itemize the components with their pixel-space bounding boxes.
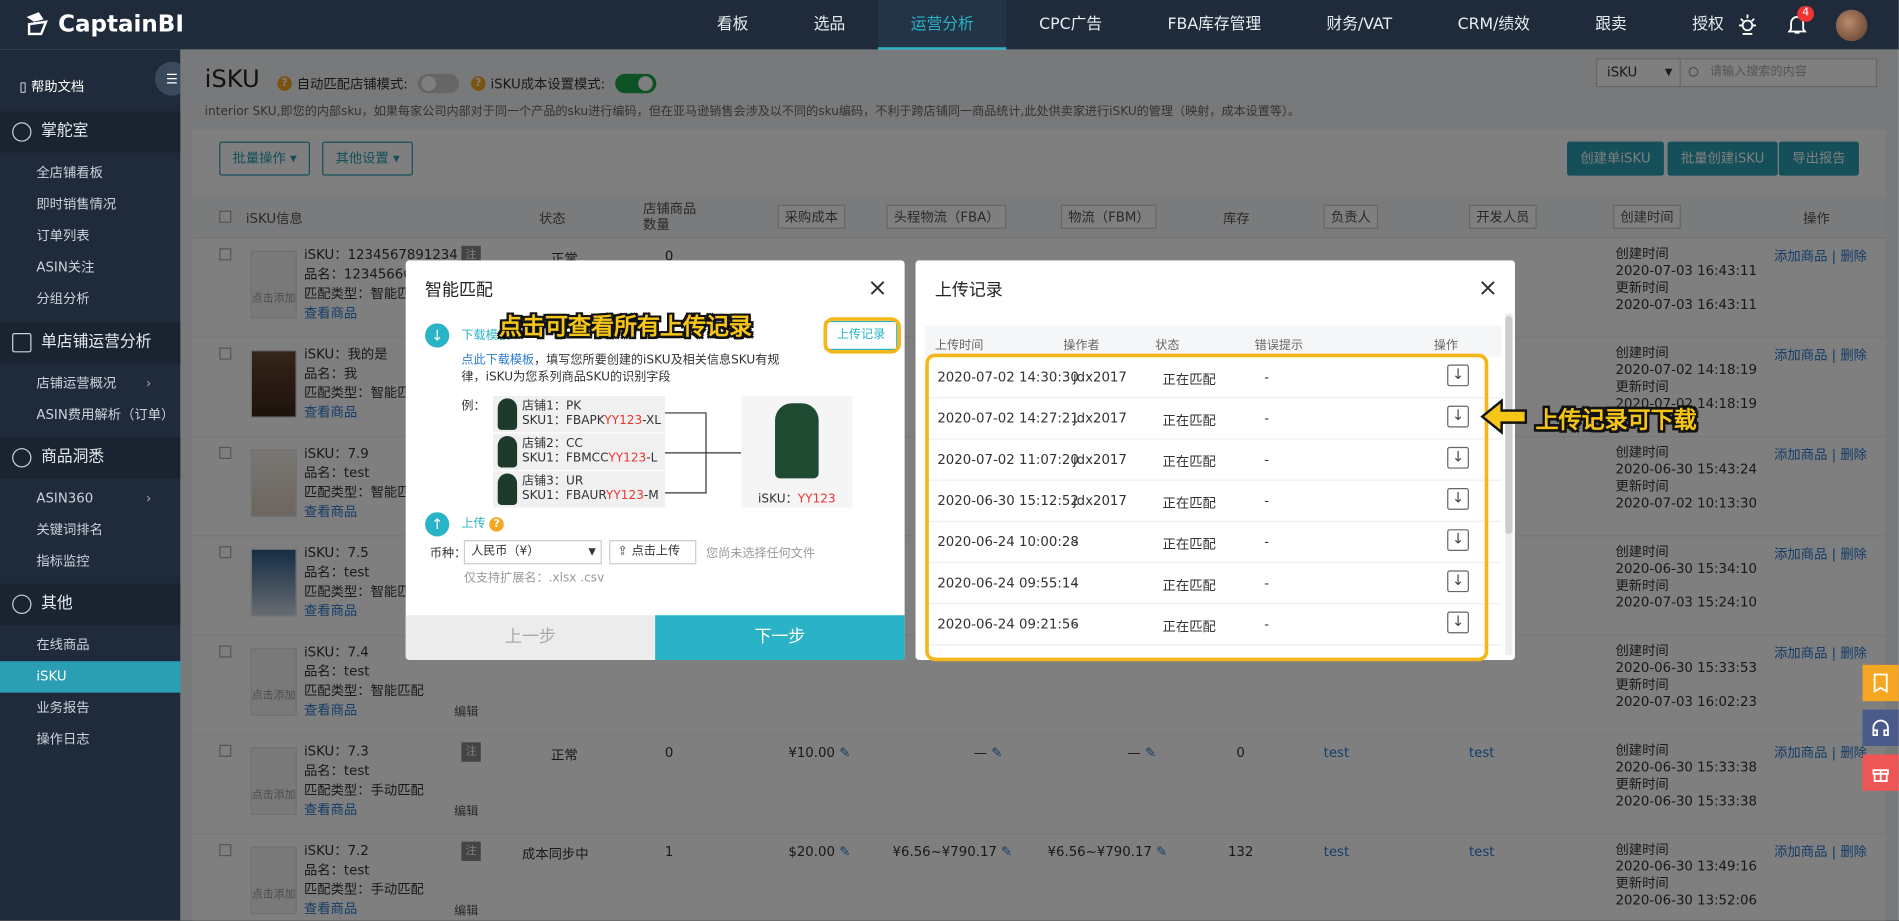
- isku-example-box: iSKU：YY123: [741, 395, 853, 508]
- download-template-link[interactable]: 点此下载模板: [461, 354, 534, 367]
- notification-badge: 4: [1797, 5, 1815, 22]
- step2-label: 上传 ?: [461, 516, 505, 533]
- help-docs-link[interactable]: ▯ 帮助文档: [19, 76, 84, 95]
- insight-icon: [12, 448, 32, 468]
- example-store-row: 店铺3：UR SKU1：FBAURYY123-M: [492, 471, 665, 508]
- step1-hint: 点此下载模板，填写您所要创建的iSKU及相关信息SKU有规律，iSKU为您系列商…: [461, 353, 780, 384]
- bookmark-icon[interactable]: [1862, 664, 1899, 702]
- sidebar-item-metric-monitor[interactable]: 指标监控: [0, 546, 180, 577]
- scrollbar[interactable]: [1505, 313, 1513, 656]
- sidebar-item-store-overview[interactable]: 店铺运营概况 ›: [0, 368, 180, 399]
- notification-bell-icon[interactable]: 4: [1787, 5, 1815, 38]
- records-table-header: 上传时间 操作者 状态 错误提示 操作: [925, 325, 1502, 358]
- modal-title: 上传记录: [934, 280, 1003, 301]
- nav-fba-inventory[interactable]: FBA库存管理: [1135, 0, 1294, 50]
- sidebar-item-all-stores[interactable]: 全店铺看板: [0, 157, 180, 188]
- upload-file-button[interactable]: ⇪ 点击上传: [609, 540, 697, 565]
- callout-download-records: 上传记录可下载: [1535, 406, 1697, 434]
- sidebar-item-operation-log[interactable]: 操作日志: [0, 724, 180, 755]
- gift-icon[interactable]: [1862, 754, 1899, 791]
- top-icons: 4: [1737, 5, 1868, 42]
- nav-follow-sell[interactable]: 跟卖: [1563, 0, 1660, 50]
- example-label: 例：: [461, 399, 486, 413]
- sidebar-group-other[interactable]: 其他: [0, 583, 181, 625]
- currency-label: 币种：: [429, 547, 467, 561]
- sidebar: ▯ 帮助文档 ☰ 掌舵室 全店铺看板 即时销售情况 订单列表 ASIN关注 分组…: [0, 49, 189, 921]
- prev-step-button[interactable]: 上一步: [405, 615, 656, 660]
- collapse-icon: ☰: [165, 70, 178, 87]
- nav-cpc-ads[interactable]: CPC广告: [1006, 0, 1134, 50]
- upload-step-icon: ↑: [425, 512, 450, 537]
- sidebar-group-single-store[interactable]: 单店铺运营分析: [0, 322, 181, 364]
- sidebar-item-online-goods[interactable]: 在线商品: [0, 630, 180, 661]
- help-icon[interactable]: ?: [489, 517, 505, 532]
- sidebar-item-keyword-rank[interactable]: 关键词排名: [0, 515, 180, 546]
- floating-tools: [1862, 664, 1899, 799]
- sidebar-group-cockpit[interactable]: 掌舵室: [0, 111, 181, 153]
- sidebar-item-group-analysis[interactable]: 分组分析: [0, 283, 180, 314]
- callout-view-records: 点击可查看所有上传记录: [498, 313, 753, 341]
- sidebar-item-instant-sales[interactable]: 即时销售情况: [0, 189, 180, 220]
- dress-thumbnail: [497, 398, 518, 430]
- nav-dashboard[interactable]: 看板: [684, 0, 781, 50]
- upload-icon: ⇪: [617, 544, 632, 559]
- dress-thumbnail: [497, 435, 518, 468]
- example-store-row: 店铺1：PK SKU1：FBAPKYY123-XL: [492, 395, 665, 433]
- next-step-button[interactable]: 下一步: [655, 615, 905, 660]
- logo[interactable]: CaptainBI: [22, 10, 184, 39]
- sidebar-group-insight[interactable]: 商品洞悉: [0, 437, 181, 479]
- captain-logo-icon: [22, 10, 51, 39]
- sidebar-item-orders[interactable]: 订单列表: [0, 220, 180, 251]
- upload-record-highlight: [823, 317, 901, 354]
- theme-sun-icon[interactable]: [1737, 13, 1759, 38]
- book-icon: ▯: [19, 78, 31, 95]
- dress-thumbnail: [497, 473, 518, 505]
- sidebar-item-asin-watch[interactable]: ASIN关注: [0, 252, 180, 283]
- records-highlight: [925, 353, 1489, 662]
- close-icon[interactable]: ×: [1478, 272, 1498, 301]
- chevron-right-icon: ›: [146, 490, 152, 507]
- app-root: CaptainBI 看板 选品 运营分析 CPC广告 FBA库存管理 财务/VA…: [0, 0, 1899, 921]
- avatar[interactable]: [1835, 9, 1868, 42]
- sidebar-item-asin-fee[interactable]: ASIN费用解析（订单）: [0, 400, 180, 431]
- sidebar-item-isku[interactable]: iSKU: [0, 661, 181, 693]
- currency-select[interactable]: 人民币（¥） ▼: [463, 540, 602, 565]
- sidebar-item-asin360[interactable]: ASIN360 ›: [0, 483, 180, 514]
- yellow-arrow-icon: [1480, 398, 1528, 435]
- mapping-connector-lines: [664, 412, 742, 494]
- caret-down-icon: ▼: [588, 546, 596, 558]
- headset-icon[interactable]: [1862, 709, 1899, 746]
- chevron-right-icon: ›: [146, 375, 152, 392]
- close-icon[interactable]: ×: [867, 272, 887, 301]
- supported-ext-text: 仅支持扩展名：.xlsx .csv: [463, 571, 605, 585]
- more-icon: [12, 594, 32, 614]
- nav-product-selection[interactable]: 选品: [781, 0, 878, 50]
- dress-image: [775, 403, 819, 479]
- example-store-row: 店铺2：CC SKU1：FBMCCYY123-L: [492, 433, 665, 470]
- nav-operations-analysis[interactable]: 运营分析: [878, 0, 1007, 50]
- logo-text: CaptainBI: [58, 10, 184, 38]
- no-file-text: 您尚未选择任何文件: [706, 547, 816, 561]
- nav-crm[interactable]: CRM/绩效: [1425, 0, 1563, 50]
- download-step-icon: ↓: [425, 323, 450, 348]
- gear-icon: [12, 122, 32, 142]
- main-nav: 看板 选品 运营分析 CPC广告 FBA库存管理 财务/VAT CRM/绩效 跟…: [684, 0, 1756, 50]
- nav-finance-vat[interactable]: 财务/VAT: [1294, 0, 1425, 50]
- bar-chart-icon: [12, 333, 32, 353]
- top-nav-bar: CaptainBI 看板 选品 运营分析 CPC广告 FBA库存管理 财务/VA…: [0, 0, 1899, 50]
- sidebar-item-business-report[interactable]: 业务报告: [0, 693, 180, 724]
- modal-title: 智能匹配: [425, 280, 493, 301]
